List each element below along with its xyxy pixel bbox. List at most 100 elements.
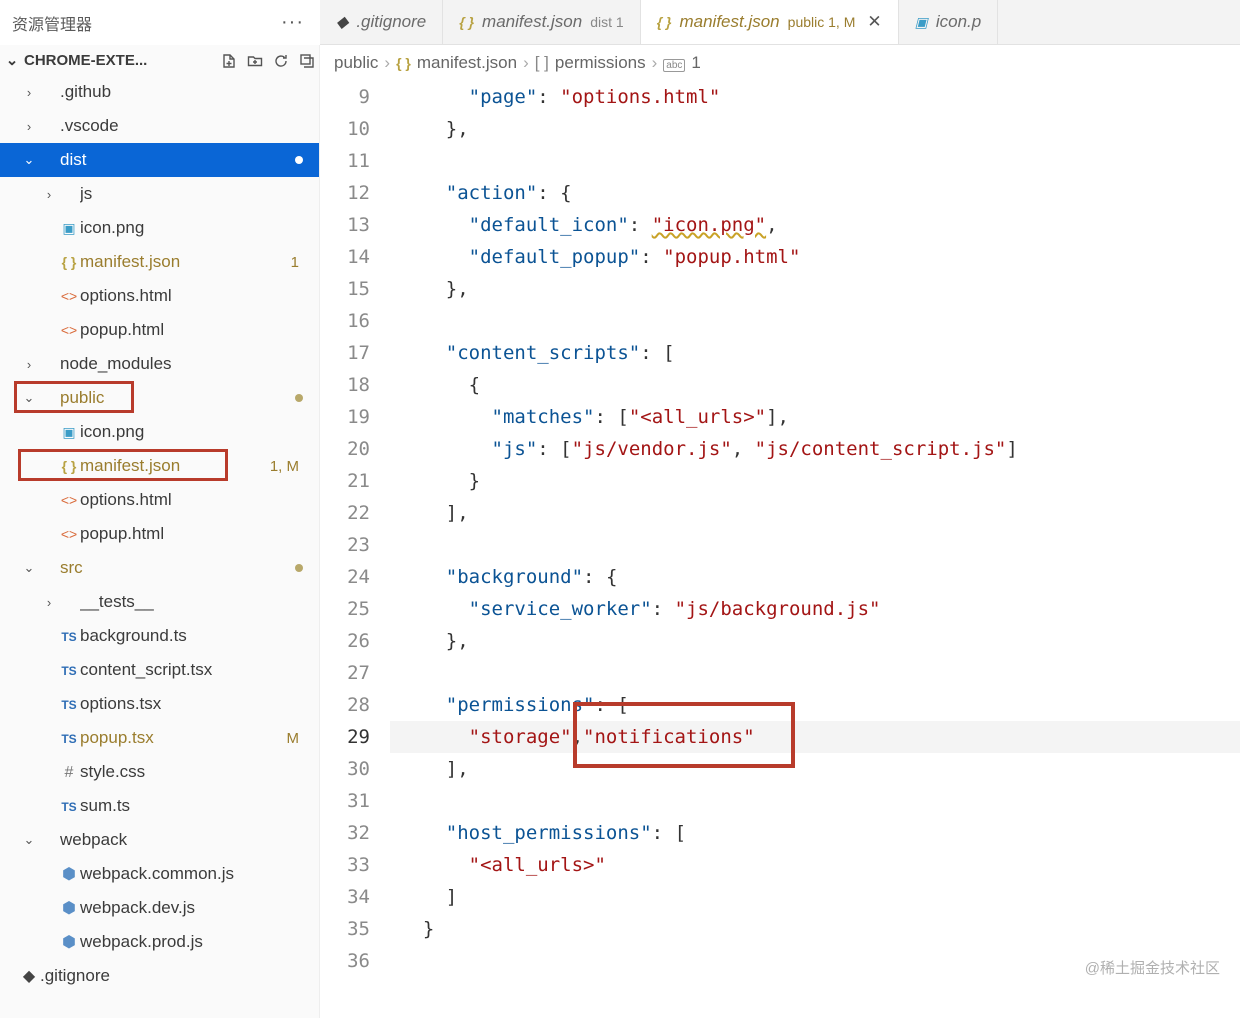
breadcrumb-part[interactable]: public	[334, 53, 378, 73]
file-sum.ts[interactable]: TSsum.ts	[0, 789, 319, 823]
file-manifest.json[interactable]: { }manifest.json1	[0, 245, 319, 279]
breadcrumb-part[interactable]: 1	[691, 53, 700, 73]
breadcrumb-part[interactable]: permissions	[555, 53, 646, 73]
file-.gitignore[interactable]: ◆.gitignore	[0, 959, 319, 993]
chevron-right-icon: ›	[652, 53, 658, 73]
file-background.ts[interactable]: TSbackground.ts	[0, 619, 319, 653]
folder-__tests__[interactable]: ›__tests__	[0, 585, 319, 619]
breadcrumb-part[interactable]: manifest.json	[417, 53, 517, 73]
tab-label: icon.p	[936, 12, 981, 32]
refresh-icon[interactable]	[273, 51, 289, 68]
file-webpack.prod.js[interactable]: ⬢webpack.prod.js	[0, 925, 319, 959]
chevron-right-icon: ›	[20, 119, 38, 134]
folder-public[interactable]: ⌄public	[0, 381, 319, 415]
code-line-17[interactable]: "content_scripts": [	[390, 337, 1240, 369]
line-number: 33	[320, 849, 370, 881]
code-line-16[interactable]	[390, 305, 1240, 337]
code-line-30[interactable]: ],	[390, 753, 1240, 785]
tab-1[interactable]: { }manifest.jsondist 1	[443, 0, 640, 44]
code-line-31[interactable]	[390, 785, 1240, 817]
chevron-down-icon: ⌄	[20, 560, 38, 576]
code-line-9[interactable]: "page": "options.html"	[390, 81, 1240, 113]
file-webpack.common.js[interactable]: ⬢webpack.common.js	[0, 857, 319, 891]
code-content[interactable]: "page": "options.html" }, "action": { "d…	[390, 81, 1240, 1018]
file-icon.png[interactable]: ▣icon.png	[0, 415, 319, 449]
json-icon: { }	[396, 53, 411, 73]
chevron-down-icon: ⌄	[20, 152, 38, 168]
tab-2[interactable]: { }manifest.jsonpublic 1, M✕	[641, 0, 899, 44]
hash-icon: #	[58, 762, 80, 782]
code-line-20[interactable]: "js": ["js/vendor.js", "js/content_scrip…	[390, 433, 1240, 465]
folder-webpack[interactable]: ⌄webpack	[0, 823, 319, 857]
line-number: 16	[320, 305, 370, 337]
code-line-28[interactable]: "permissions": [	[390, 689, 1240, 721]
code-line-15[interactable]: },	[390, 273, 1240, 305]
tab-label: manifest.json	[482, 12, 582, 32]
code-line-11[interactable]	[390, 145, 1240, 177]
git-icon: ◆	[336, 12, 348, 32]
editor-area: public›{ }manifest.json›[ ]permissions›a…	[320, 45, 1240, 1018]
tab-0[interactable]: ◆.gitignore	[320, 0, 443, 44]
file-options.html[interactable]: <>options.html	[0, 483, 319, 517]
tab-3[interactable]: ▣icon.p	[899, 0, 999, 44]
file-manifest.json[interactable]: { }manifest.json1, M	[0, 449, 319, 483]
folder-.vscode[interactable]: ›.vscode	[0, 109, 319, 143]
code-line-18[interactable]: {	[390, 369, 1240, 401]
new-file-icon[interactable]	[221, 51, 237, 68]
code-line-19[interactable]: "matches": ["<all_urls>"],	[390, 401, 1240, 433]
code-line-22[interactable]: ],	[390, 497, 1240, 529]
code-line-13[interactable]: "default_icon": "icon.png",	[390, 209, 1240, 241]
modified-dot-icon	[295, 564, 303, 572]
code-line-21[interactable]: }	[390, 465, 1240, 497]
folder-node_modules[interactable]: ›node_modules	[0, 347, 319, 381]
code-line-14[interactable]: "default_popup": "popup.html"	[390, 241, 1240, 273]
folder-dist[interactable]: ⌄ dist	[0, 143, 319, 177]
sidebar: ⌄ CHROME-EXTE... ›.github›.vscode ⌄ dist ›j…	[0, 45, 320, 1018]
code-line-35[interactable]: }	[390, 913, 1240, 945]
code-line-25[interactable]: "service_worker": "js/background.js"	[390, 593, 1240, 625]
cube-icon: ⬢	[58, 864, 80, 884]
file-content_script.tsx[interactable]: TScontent_script.tsx	[0, 653, 319, 687]
explorer-header: 资源管理器 ···	[0, 0, 320, 45]
code-line-29[interactable]: "storage","notifications"	[390, 721, 1240, 753]
close-icon[interactable]: ✕	[863, 12, 881, 32]
code-line-27[interactable]	[390, 657, 1240, 689]
tree-label: webpack.prod.js	[80, 932, 319, 952]
code-line-33[interactable]: "<all_urls>"	[390, 849, 1240, 881]
line-number: 18	[320, 369, 370, 401]
folder-js[interactable]: ›js	[0, 177, 319, 211]
code-line-24[interactable]: "background": {	[390, 561, 1240, 593]
chevron-down-icon: ⌄	[4, 51, 20, 69]
file-options.tsx[interactable]: TSoptions.tsx	[0, 687, 319, 721]
line-number: 24	[320, 561, 370, 593]
tab-suffix: dist 1	[590, 14, 623, 30]
file-style.css[interactable]: #style.css	[0, 755, 319, 789]
code-line-34[interactable]: ]	[390, 881, 1240, 913]
tree-label: dist	[60, 150, 295, 170]
file-icon.png[interactable]: ▣icon.png	[0, 211, 319, 245]
breadcrumb[interactable]: public›{ }manifest.json›[ ]permissions›a…	[320, 45, 1240, 81]
code-line-26[interactable]: },	[390, 625, 1240, 657]
file-tree: ›.github›.vscode⌄dist›js▣icon.png{ }mani…	[0, 75, 319, 1018]
line-number: 23	[320, 529, 370, 561]
folder-.github[interactable]: ›.github	[0, 75, 319, 109]
file-options.html[interactable]: <>options.html	[0, 279, 319, 313]
code-line-32[interactable]: "host_permissions": [	[390, 817, 1240, 849]
code-line-12[interactable]: "action": {	[390, 177, 1240, 209]
project-header[interactable]: ⌄ CHROME-EXTE...	[0, 45, 319, 75]
ts-icon: TS	[58, 626, 80, 646]
tree-label: background.ts	[80, 626, 319, 646]
file-popup.tsx[interactable]: TSpopup.tsxM	[0, 721, 319, 755]
line-number: 28	[320, 689, 370, 721]
tree-label: webpack	[60, 830, 319, 850]
code-line-23[interactable]	[390, 529, 1240, 561]
explorer-more-icon[interactable]: ···	[277, 11, 308, 34]
folder-src[interactable]: ⌄src	[0, 551, 319, 585]
file-popup.html[interactable]: <>popup.html	[0, 517, 319, 551]
new-folder-icon[interactable]	[247, 51, 263, 68]
collapse-all-icon[interactable]	[299, 51, 315, 68]
file-webpack.dev.js[interactable]: ⬢webpack.dev.js	[0, 891, 319, 925]
file-popup.html[interactable]: <>popup.html	[0, 313, 319, 347]
chevron-right-icon: ›	[20, 357, 38, 372]
code-line-10[interactable]: },	[390, 113, 1240, 145]
